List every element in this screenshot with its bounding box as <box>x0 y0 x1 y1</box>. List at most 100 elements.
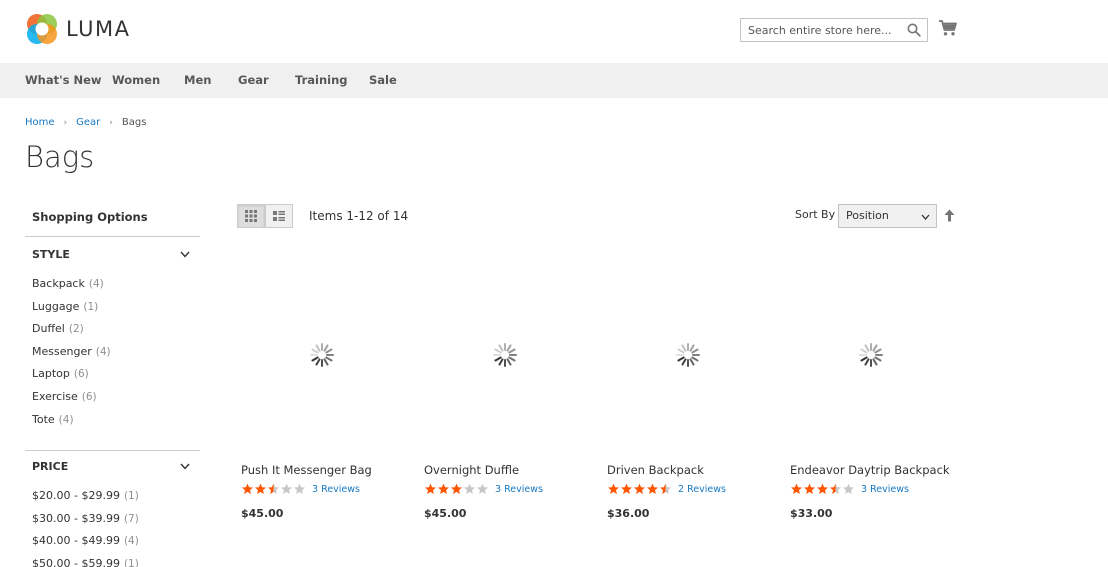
store-logo[interactable]: LUMA <box>25 12 131 46</box>
filter-option[interactable]: Tote (4) <box>32 409 200 432</box>
filter-style-options: Backpack (4) Luggage (1) Duffel (2) Messeng… <box>25 273 200 431</box>
nav-item-women[interactable]: Women <box>112 73 160 87</box>
shopping-options-title: Shopping Options <box>25 205 200 237</box>
reviews-link[interactable]: 2 Reviews <box>678 484 726 495</box>
star-icon <box>843 483 854 494</box>
option-label: $40.00 - $49.99 <box>32 534 120 548</box>
product-item: Overnight Duffle 3 Reviews $45.00 <box>420 255 590 520</box>
filter-option[interactable]: $40.00 - $49.99 (4) <box>32 530 200 553</box>
star-icon <box>817 483 828 494</box>
chevron-down-icon <box>180 463 190 470</box>
product-rating: 2 Reviews <box>607 481 773 497</box>
product-name[interactable]: Push It Messenger Bag <box>241 463 407 481</box>
star-icon <box>477 483 488 494</box>
filter-option[interactable]: Messenger (4) <box>32 341 200 364</box>
option-count: (6) <box>81 390 97 403</box>
product-item: Driven Backpack 2 Reviews $36.00 <box>603 255 773 520</box>
rating-stars <box>241 483 306 495</box>
filter-option[interactable]: Laptop (6) <box>32 363 200 386</box>
layered-navigation: Shopping Options STYLE Backpack (4) Lugga… <box>25 205 200 567</box>
reviews-link[interactable]: 3 Reviews <box>312 484 360 495</box>
star-icon <box>634 483 645 494</box>
filter-price-options: $20.00 - $29.99 (1) $30.00 - $39.99 (7) $4… <box>25 485 200 567</box>
product-rating: 3 Reviews <box>241 481 407 497</box>
filter-price-header[interactable]: PRICE <box>25 452 200 482</box>
filter-option[interactable]: $30.00 - $39.99 (7) <box>32 508 200 531</box>
star-icon <box>255 483 266 494</box>
product-rating: 3 Reviews <box>790 481 956 497</box>
star-icon <box>621 483 632 494</box>
chevron-down-icon <box>921 214 930 220</box>
cart-icon[interactable] <box>938 19 958 37</box>
filter-divider <box>25 450 200 452</box>
reviews-link[interactable]: 3 Reviews <box>495 484 543 495</box>
filter-option[interactable]: $20.00 - $29.99 (1) <box>32 485 200 508</box>
option-label: Backpack <box>32 277 85 290</box>
product-name[interactable]: Overnight Duffle <box>424 463 590 481</box>
filter-option[interactable]: Exercise (6) <box>32 386 200 409</box>
breadcrumb-home[interactable]: Home <box>25 117 55 128</box>
star-icon <box>647 483 658 494</box>
product-image[interactable] <box>786 255 956 455</box>
star-icon <box>425 483 436 494</box>
nav-item-whats-new[interactable]: What's New <box>25 73 102 87</box>
filter-option[interactable]: Luggage (1) <box>32 296 200 319</box>
filter-title: STYLE <box>32 248 70 261</box>
nav-item-training[interactable]: Training <box>295 73 348 87</box>
nav-item-sale[interactable]: Sale <box>369 73 397 87</box>
loading-spinner-icon <box>859 343 883 367</box>
main-navigation: What's New Women Men Gear Training Sale <box>0 63 1108 98</box>
option-count: (1) <box>123 557 139 567</box>
option-count: (7) <box>123 512 139 525</box>
product-price: $33.00 <box>790 507 833 520</box>
product-price: $36.00 <box>607 507 650 520</box>
search-box <box>740 18 928 42</box>
option-count: (4) <box>88 278 104 290</box>
option-count: (1) <box>123 490 139 503</box>
sort-selected-value: Position <box>846 209 889 222</box>
list-view-button[interactable] <box>265 204 293 228</box>
sort-label: Sort By <box>795 208 836 221</box>
option-label: Laptop <box>32 367 70 381</box>
product-image[interactable] <box>237 255 407 455</box>
search-input[interactable] <box>741 19 901 41</box>
option-label: Exercise <box>32 389 78 403</box>
breadcrumb: Home › Gear › Bags <box>25 117 146 128</box>
filter-option[interactable]: $50.00 - $59.99 (1) <box>32 553 200 567</box>
page-title: Bags <box>25 140 95 174</box>
option-label: $30.00 - $39.99 <box>32 511 120 525</box>
sort-arrow-up-icon[interactable] <box>944 209 955 222</box>
reviews-link[interactable]: 3 Reviews <box>861 484 909 495</box>
chevron-right-icon: › <box>109 117 113 128</box>
sort-by-select[interactable]: Position <box>838 204 937 228</box>
option-count: (2) <box>68 323 84 336</box>
filter-style-header[interactable]: STYLE <box>25 240 200 270</box>
grid-view-button[interactable] <box>237 204 265 228</box>
page-header: LUMA <box>0 0 1108 63</box>
filter-option[interactable]: Duffel (2) <box>32 318 200 341</box>
brand-name: LUMA <box>66 17 131 41</box>
nav-item-men[interactable]: Men <box>184 73 211 87</box>
rating-stars <box>790 483 855 495</box>
filter-option[interactable]: Backpack (4) <box>32 273 200 296</box>
product-image[interactable] <box>603 255 773 455</box>
product-name[interactable]: Endeavor Daytrip Backpack <box>790 463 956 481</box>
breadcrumb-current: Bags <box>121 117 147 128</box>
star-icon <box>804 483 815 494</box>
product-price: $45.00 <box>424 507 467 520</box>
nav-item-gear[interactable]: Gear <box>238 73 269 87</box>
search-icon[interactable] <box>907 23 921 37</box>
option-label: Luggage <box>32 299 80 313</box>
loading-spinner-icon <box>493 343 517 367</box>
breadcrumb-gear[interactable]: Gear <box>76 117 100 128</box>
product-item: Endeavor Daytrip Backpack 3 Reviews $33.… <box>786 255 956 520</box>
product-image[interactable] <box>420 255 590 455</box>
product-name[interactable]: Driven Backpack <box>607 463 773 481</box>
star-icon <box>242 483 253 494</box>
option-label: Tote <box>32 412 55 426</box>
chevron-right-icon: › <box>63 117 68 128</box>
grid-view-icon <box>245 210 257 222</box>
list-view-icon <box>273 210 285 221</box>
star-icon <box>791 483 802 494</box>
star-icon <box>608 483 619 494</box>
